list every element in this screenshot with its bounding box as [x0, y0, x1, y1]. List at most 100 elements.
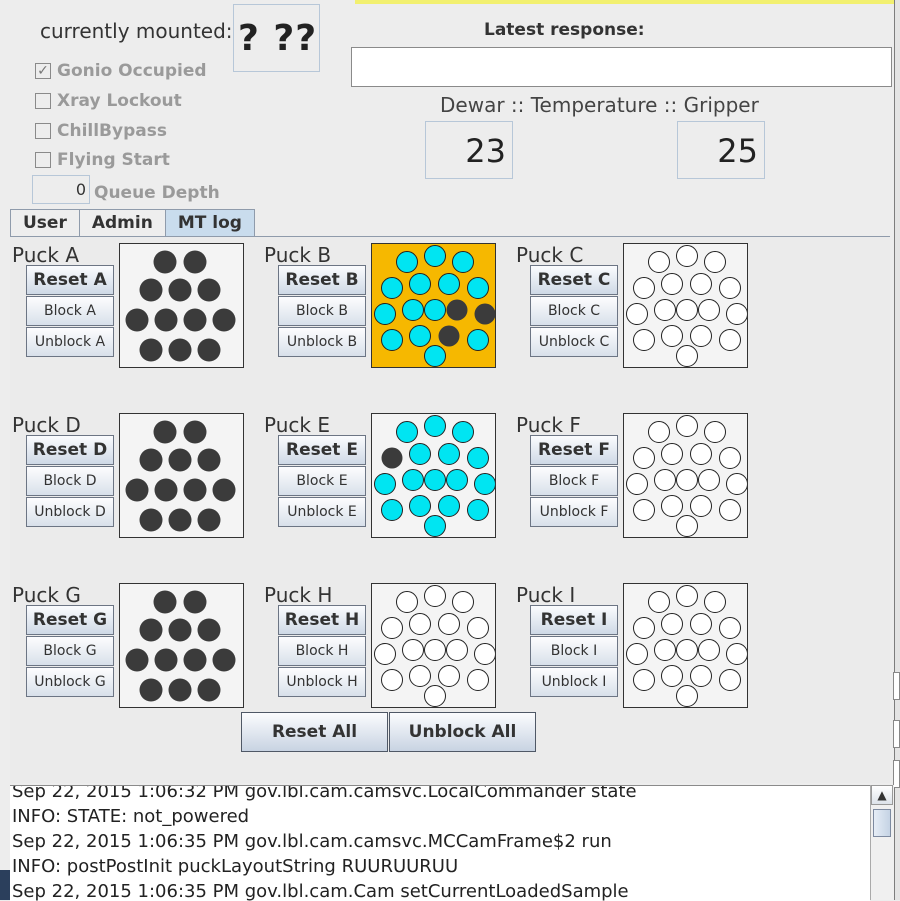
- xray-lockout-checkbox[interactable]: Xray Lockout: [35, 90, 182, 112]
- sample-position[interactable]: [648, 421, 670, 443]
- chill-bypass-checkbox[interactable]: ChillBypass: [35, 120, 167, 142]
- unblock-c-button[interactable]: Unblock C: [530, 327, 618, 357]
- sample-position[interactable]: [212, 478, 236, 502]
- sample-position[interactable]: [690, 273, 712, 295]
- sample-position[interactable]: [374, 473, 396, 495]
- sample-position[interactable]: [438, 325, 460, 347]
- sample-position[interactable]: [676, 685, 698, 707]
- sample-position[interactable]: [409, 273, 431, 295]
- sample-position[interactable]: [139, 618, 163, 642]
- sample-position[interactable]: [661, 273, 683, 295]
- sample-position[interactable]: [381, 329, 403, 351]
- sample-position[interactable]: [168, 448, 192, 472]
- reset-d-button[interactable]: Reset D: [26, 435, 114, 465]
- unblock-d-button[interactable]: Unblock D: [26, 497, 114, 527]
- sample-position[interactable]: [446, 639, 468, 661]
- sample-position[interactable]: [726, 643, 748, 665]
- sample-position[interactable]: [633, 617, 655, 639]
- sample-position[interactable]: [168, 678, 192, 702]
- sample-position[interactable]: [661, 443, 683, 465]
- sample-position[interactable]: [704, 251, 726, 273]
- unblock-a-button[interactable]: Unblock A: [26, 327, 114, 357]
- sample-position[interactable]: [168, 278, 192, 302]
- sample-position[interactable]: [424, 415, 446, 437]
- block-a-button[interactable]: Block A: [26, 296, 114, 326]
- sample-position[interactable]: [633, 669, 655, 691]
- scroll-thumb[interactable]: [873, 809, 891, 837]
- sample-position[interactable]: [467, 277, 489, 299]
- sample-position[interactable]: [212, 648, 236, 672]
- puck-i-view[interactable]: [623, 583, 748, 708]
- sample-position[interactable]: [648, 591, 670, 613]
- sample-position[interactable]: [704, 421, 726, 443]
- sample-position[interactable]: [719, 669, 741, 691]
- block-f-button[interactable]: Block F: [530, 466, 618, 496]
- sample-position[interactable]: [452, 251, 474, 273]
- sample-position[interactable]: [676, 299, 698, 321]
- sample-position[interactable]: [154, 308, 178, 332]
- sample-position[interactable]: [676, 469, 698, 491]
- sample-position[interactable]: [424, 685, 446, 707]
- sample-position[interactable]: [438, 273, 460, 295]
- sample-position[interactable]: [467, 499, 489, 521]
- sample-position[interactable]: [690, 443, 712, 465]
- sample-position[interactable]: [183, 478, 207, 502]
- tab-mt-log[interactable]: MT log: [164, 209, 255, 237]
- block-c-button[interactable]: Block C: [530, 296, 618, 326]
- sample-position[interactable]: [446, 299, 468, 321]
- sample-position[interactable]: [139, 508, 163, 532]
- sample-position[interactable]: [396, 251, 418, 273]
- sample-position[interactable]: [633, 447, 655, 469]
- sample-position[interactable]: [676, 515, 698, 537]
- sample-position[interactable]: [633, 329, 655, 351]
- sample-position[interactable]: [474, 473, 496, 495]
- sample-position[interactable]: [424, 469, 446, 491]
- sample-position[interactable]: [381, 669, 403, 691]
- sample-position[interactable]: [424, 345, 446, 367]
- queue-depth-field[interactable]: 0: [32, 175, 90, 204]
- sample-position[interactable]: [626, 643, 648, 665]
- sample-position[interactable]: [153, 420, 177, 444]
- puck-a-view[interactable]: [119, 243, 244, 368]
- sample-position[interactable]: [698, 299, 720, 321]
- sample-position[interactable]: [726, 303, 748, 325]
- sample-position[interactable]: [197, 448, 221, 472]
- sample-position[interactable]: [381, 617, 403, 639]
- sample-position[interactable]: [661, 613, 683, 635]
- sample-position[interactable]: [438, 495, 460, 517]
- puck-d-view[interactable]: [119, 413, 244, 538]
- sample-position[interactable]: [661, 495, 683, 517]
- sample-position[interactable]: [197, 278, 221, 302]
- reset-f-button[interactable]: Reset F: [530, 435, 618, 465]
- sample-position[interactable]: [654, 469, 676, 491]
- sample-position[interactable]: [381, 447, 403, 469]
- sample-position[interactable]: [698, 469, 720, 491]
- puck-c-view[interactable]: [623, 243, 748, 368]
- sample-position[interactable]: [402, 469, 424, 491]
- tab-user[interactable]: User: [10, 209, 80, 237]
- sample-position[interactable]: [139, 678, 163, 702]
- sample-position[interactable]: [212, 308, 236, 332]
- sample-position[interactable]: [661, 325, 683, 347]
- sample-position[interactable]: [197, 678, 221, 702]
- block-d-button[interactable]: Block D: [26, 466, 114, 496]
- gonio-occupied-checkbox[interactable]: ✓ Gonio Occupied: [35, 60, 207, 82]
- sample-position[interactable]: [726, 473, 748, 495]
- sample-position[interactable]: [676, 415, 698, 437]
- sample-position[interactable]: [719, 447, 741, 469]
- sample-position[interactable]: [168, 508, 192, 532]
- sample-position[interactable]: [452, 591, 474, 613]
- sample-position[interactable]: [676, 639, 698, 661]
- log-scrollbar[interactable]: ▲: [870, 785, 894, 900]
- sample-position[interactable]: [381, 499, 403, 521]
- flying-start-checkbox[interactable]: Flying Start: [35, 149, 170, 171]
- sample-position[interactable]: [626, 473, 648, 495]
- sample-position[interactable]: [438, 443, 460, 465]
- sample-position[interactable]: [719, 617, 741, 639]
- reset-e-button[interactable]: Reset E: [278, 435, 366, 465]
- sample-position[interactable]: [125, 648, 149, 672]
- sample-position[interactable]: [424, 245, 446, 267]
- unblock-i-button[interactable]: Unblock I: [530, 667, 618, 697]
- sample-position[interactable]: [676, 585, 698, 607]
- sample-position[interactable]: [467, 669, 489, 691]
